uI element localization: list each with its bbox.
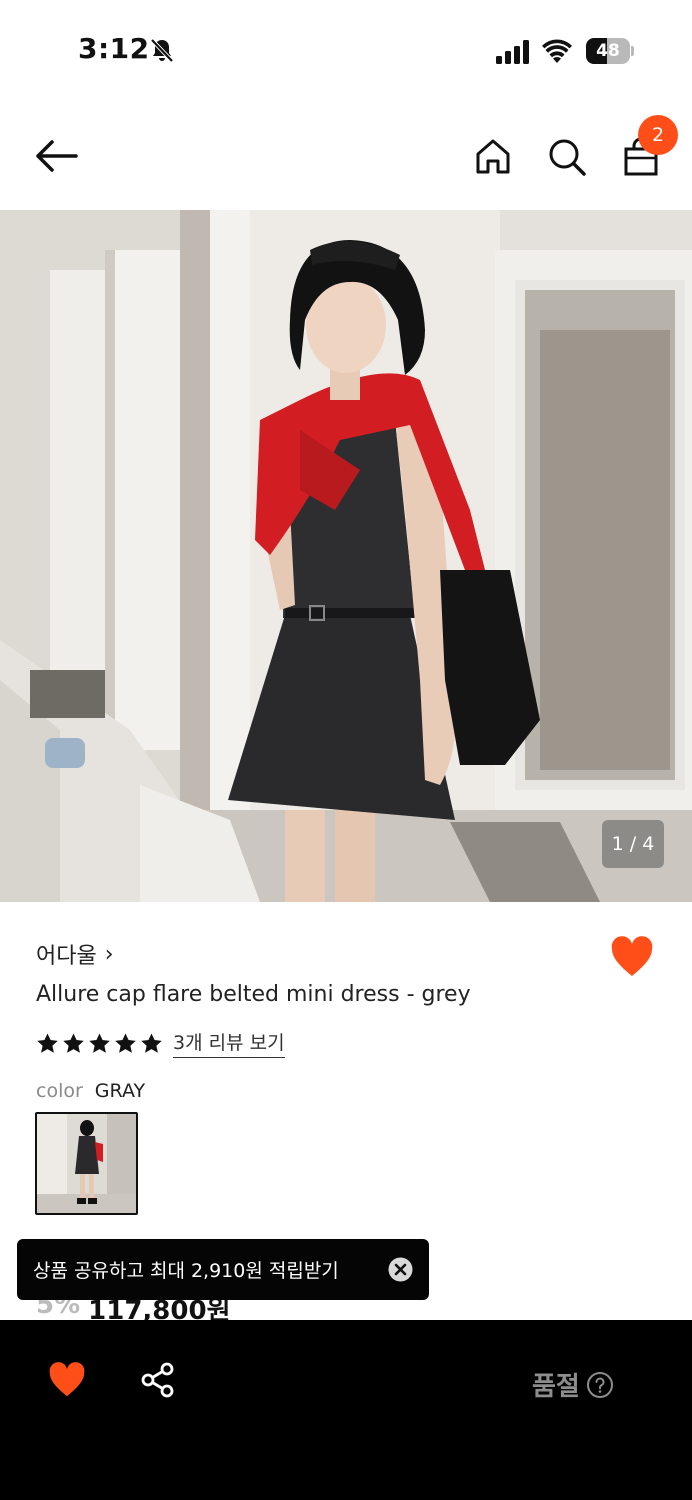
image-page-indicator: 1 / 4 <box>602 820 664 868</box>
home-icon[interactable] <box>472 136 514 178</box>
star-icon <box>89 1032 110 1053</box>
star-icon <box>63 1032 84 1053</box>
toast-message: 상품 공유하고 최대 2,910원 적립받기 <box>33 1260 339 1282</box>
signal-icon <box>496 40 529 64</box>
close-icon[interactable] <box>388 1257 413 1282</box>
bottom-action-bar: 품절 <box>0 1320 692 1500</box>
option-row: color GRAY <box>36 1080 145 1102</box>
share-reward-toast: 상품 공유하고 최대 2,910원 적립받기 <box>17 1239 429 1300</box>
brand-link[interactable]: 어다울 › <box>36 938 114 970</box>
battery-indicator: 48 <box>586 38 634 64</box>
heart-icon[interactable] <box>48 1362 86 1398</box>
help-icon[interactable] <box>586 1371 614 1399</box>
swatch-thumbnail <box>37 1114 136 1213</box>
status-bar: 3:12 48 <box>0 0 692 100</box>
color-swatch[interactable] <box>35 1112 138 1215</box>
product-name: Allure cap flare belted mini dress - gre… <box>36 982 471 1007</box>
sold-out-status: 품절 <box>532 1366 614 1403</box>
rating-stars <box>36 1032 163 1055</box>
heart-icon[interactable] <box>610 936 654 978</box>
star-icon <box>37 1032 58 1053</box>
star-icon <box>115 1032 136 1053</box>
star-icon <box>141 1032 162 1053</box>
battery-level: 48 <box>596 41 620 61</box>
chevron-right-icon: › <box>104 941 114 967</box>
brand-name: 어다울 <box>36 944 97 969</box>
rating-row: 3개 리뷰 보기 <box>36 1028 285 1058</box>
product-photo <box>0 210 692 902</box>
sold-out-label: 품절 <box>532 1372 580 1402</box>
option-label: color <box>36 1080 83 1102</box>
search-icon[interactable] <box>546 136 588 178</box>
wifi-icon <box>542 39 572 63</box>
status-time: 3:12 <box>78 32 150 65</box>
review-link[interactable]: 3개 리뷰 보기 <box>173 1028 285 1058</box>
bell-slash-icon <box>150 38 174 63</box>
back-arrow-icon[interactable] <box>32 136 80 176</box>
share-icon[interactable] <box>140 1362 176 1398</box>
header: 2 <box>0 100 692 210</box>
cart-count-badge: 2 <box>638 115 678 155</box>
product-image[interactable] <box>0 210 692 902</box>
option-value: GRAY <box>94 1080 146 1102</box>
